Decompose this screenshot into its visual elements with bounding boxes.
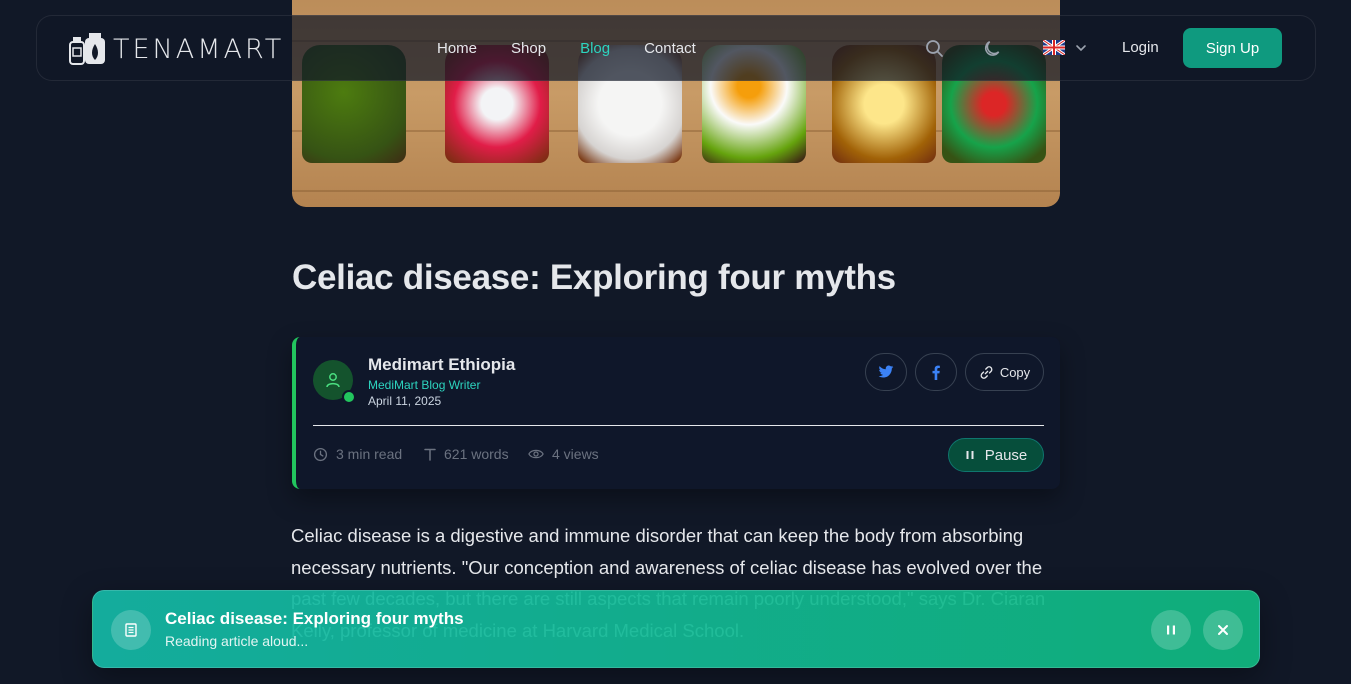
read-time: 3 min read [313,446,402,462]
article-title: Celiac disease: Exploring four myths [292,258,896,297]
word-count: 621 words [424,446,509,462]
author-name[interactable]: Medimart Ethiopia [368,355,515,375]
toast-pause-button[interactable] [1151,610,1191,650]
pill-bottle-logo-icon [69,33,105,65]
nav-link-contact[interactable]: Contact [627,40,713,57]
pause-icon [966,451,974,459]
close-icon [1218,625,1228,635]
chevron-down-icon [1076,44,1086,51]
flag-uk-icon [1043,40,1065,55]
brand-logo[interactable]: TENAMART [69,32,284,66]
view-count-label: 4 views [552,446,599,462]
toast-title: Celiac disease: Exploring four myths [165,609,464,628]
copy-link-button[interactable]: Copy [965,353,1044,391]
toast-close-button[interactable] [1203,610,1243,650]
nav-link-blog[interactable]: Blog [563,40,627,57]
verified-icon [342,390,356,404]
author-role: MediMart Blog Writer [368,378,481,392]
facebook-icon [932,365,940,380]
document-icon [111,610,151,650]
pause-icon [1167,625,1175,635]
moon-icon[interactable] [983,38,1003,58]
author-card: Medimart Ethiopia MediMart Blog Writer A… [292,337,1060,489]
nav-link-home[interactable]: Home [420,40,494,57]
eye-icon [528,449,544,459]
share-facebook-button[interactable] [915,353,957,391]
signup-button[interactable]: Sign Up [1183,28,1282,68]
pause-reading-button[interactable]: Pause [948,438,1044,472]
brand-name: TENAMART [113,33,285,65]
pause-label: Pause [984,446,1028,464]
search-icon[interactable] [924,38,944,58]
publish-date: April 11, 2025 [368,394,442,408]
word-count-label: 621 words [444,446,509,462]
card-divider [313,425,1044,426]
view-count: 4 views [528,446,599,462]
copy-label: Copy [999,364,1031,380]
login-link[interactable]: Login [1122,39,1159,56]
text-icon [424,448,436,461]
text-to-speech-toast: Celiac disease: Exploring four myths Rea… [92,590,1260,668]
board-grain [292,190,1060,192]
user-icon [326,373,340,388]
navbar: TENAMART Home Shop Blog Contact Login Si… [36,15,1316,81]
toast-status: Reading article aloud... [165,633,309,649]
language-selector[interactable] [1043,40,1087,55]
nav-links: Home Shop Blog Contact [420,16,713,80]
read-time-label: 3 min read [336,446,403,462]
share-twitter-button[interactable] [865,353,907,391]
link-icon [980,365,993,379]
twitter-icon [878,365,894,378]
nav-link-shop[interactable]: Shop [494,40,563,57]
clock-icon [313,447,328,461]
